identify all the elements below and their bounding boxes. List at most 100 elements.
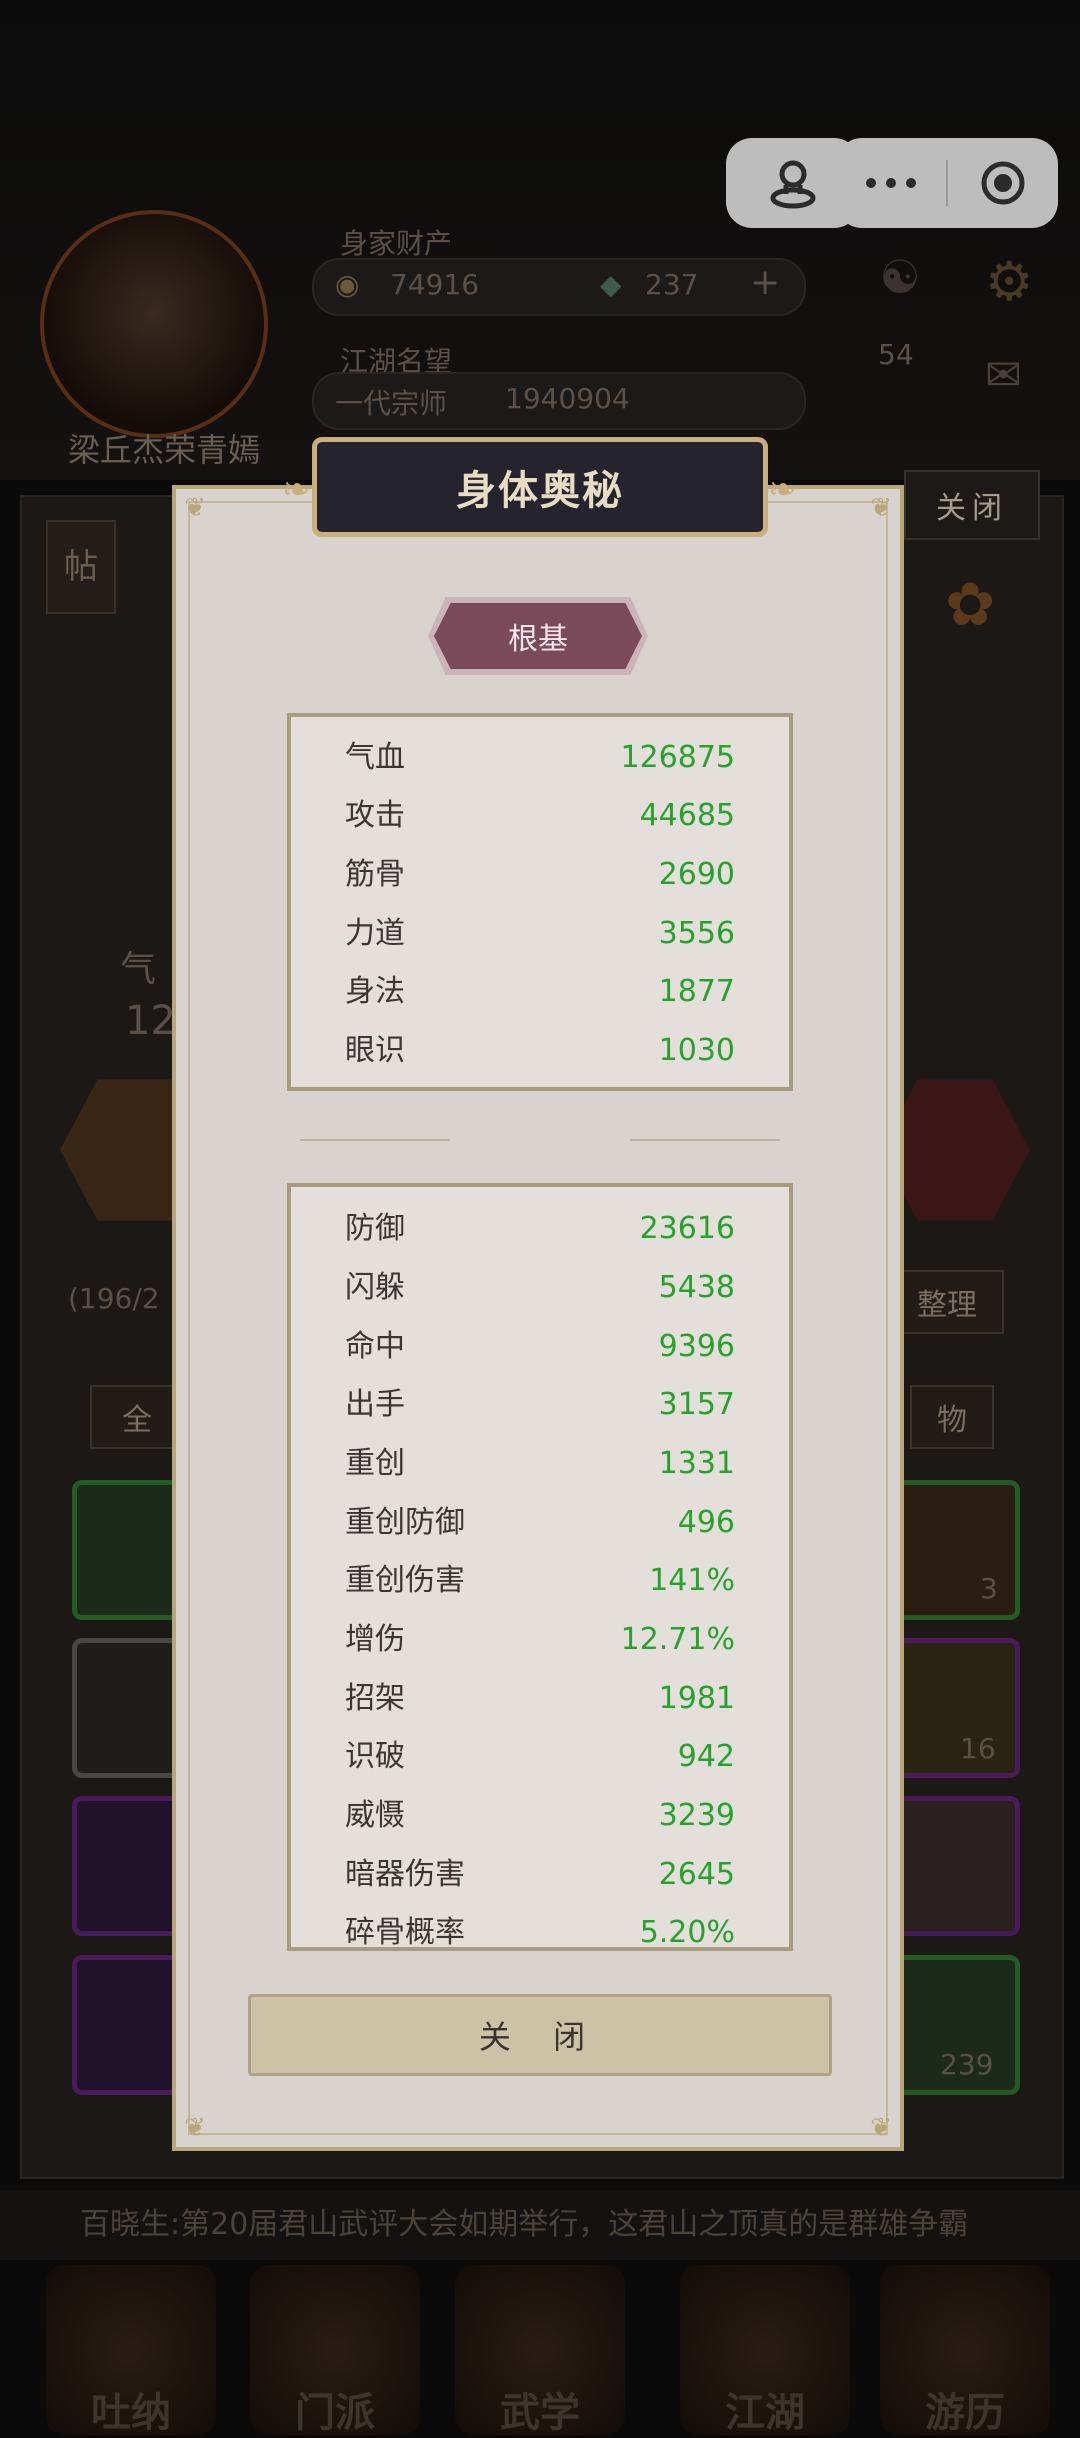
stat-row: 力道 3556 — [291, 905, 789, 963]
stat-value: 942 — [677, 1739, 735, 1774]
base-stats-panel: 气血 126875 攻击 44685 筋骨 2690 力道 3556 身法 18… — [287, 713, 793, 1091]
stat-row: 攻击 44685 — [291, 787, 789, 845]
stat-row: 闪躲 5438 — [291, 1259, 789, 1317]
stat-row: 增伤 12.71% — [291, 1611, 789, 1669]
mini-program-icon — [770, 160, 816, 209]
stat-label: 命中 — [345, 1329, 405, 1364]
gem-icon: ◆ — [600, 268, 622, 301]
stat-label: 力道 — [345, 916, 405, 951]
stat-label: 闪躲 — [345, 1270, 405, 1305]
stat-row: 筋骨 2690 — [291, 846, 789, 904]
modal-title: 身体奥秘 — [312, 437, 768, 537]
notice-ticker: 百晓生:第20届君山武评大会如期举行，这君山之顶真的是群雄争霸 — [0, 2190, 1080, 2260]
modal-close-button[interactable]: 关 闭 — [248, 1994, 832, 2076]
stat-row: 重创防御 496 — [291, 1494, 789, 1552]
stat-value: 2645 — [658, 1857, 735, 1892]
inventory-count: (196/2 — [68, 1282, 160, 1315]
section-divider — [300, 1134, 780, 1146]
stat-value: 5438 — [658, 1270, 735, 1305]
stat-label: 防御 — [345, 1211, 405, 1246]
stat-row: 命中 9396 — [291, 1318, 789, 1376]
stat-label: 筋骨 — [345, 857, 405, 892]
stat-label: 识破 — [345, 1739, 405, 1774]
stat-value: 1331 — [658, 1446, 735, 1481]
stat-label: 重创防御 — [345, 1505, 465, 1540]
stat-row: 重创 1331 — [291, 1435, 789, 1493]
item-count-badge: 3 — [980, 1572, 998, 1605]
nav-menpai-label: 门派 — [295, 2390, 375, 2436]
exit-button[interactable] — [948, 138, 1058, 228]
stat-value: 23616 — [639, 1211, 735, 1246]
yin-yang-icon[interactable]: ☯ — [850, 250, 950, 400]
stat-value: 44685 — [639, 798, 735, 833]
stat-row: 识破 942 — [291, 1728, 789, 1786]
stat-label: 重创伤害 — [345, 1563, 465, 1598]
stat-row: 暗器伤害 2645 — [291, 1846, 789, 1904]
lantern-icon[interactable]: ✿ — [945, 570, 995, 640]
stat-row: 招架 1981 — [291, 1670, 789, 1728]
player-name: 梁丘杰荣青嫣 — [68, 431, 261, 469]
title-wing-left-icon: ❧ — [282, 470, 311, 510]
stat-label: 攻击 — [345, 798, 405, 833]
more-button[interactable] — [836, 138, 946, 228]
stat-label: 重创 — [345, 1446, 405, 1481]
stat-row: 重创伤害 141% — [291, 1552, 789, 1610]
stat-label: 增伤 — [345, 1622, 405, 1657]
stat-row: 出手 3157 — [291, 1376, 789, 1434]
stat-row: 身法 1877 — [291, 963, 789, 1021]
item-count-badge: 239 — [940, 2048, 994, 2081]
stat-value: 496 — [677, 1505, 735, 1540]
stat-value: 141% — [649, 1563, 735, 1598]
stat-value: 1981 — [658, 1681, 735, 1716]
filter-items-button[interactable]: 物 — [910, 1385, 994, 1449]
stat-value: 3239 — [658, 1798, 735, 1833]
stat-label: 威慑 — [345, 1798, 405, 1833]
stat-label: 招架 — [345, 1681, 405, 1716]
corner-ornament-icon: ❦ — [870, 2113, 892, 2143]
more-dots-icon — [866, 178, 916, 188]
stat-value: 1030 — [658, 1033, 735, 1068]
panel-close-button[interactable]: 关闭 — [904, 470, 1040, 540]
filter-all-button[interactable]: 全 — [90, 1385, 184, 1449]
corner-ornament-icon: ❦ — [184, 493, 206, 523]
coin-icon: ◉ — [335, 268, 360, 301]
stat-label: 眼识 — [345, 1033, 405, 1068]
stat-label: 碎骨概率 — [345, 1915, 465, 1950]
stat-value: 12.71% — [620, 1622, 735, 1657]
corner-ornament-icon: ❦ — [870, 493, 892, 523]
stat-value: 3157 — [658, 1387, 735, 1422]
stat-label: 暗器伤害 — [345, 1857, 465, 1892]
stat-value: 5.20% — [639, 1915, 735, 1950]
stat-value: 2690 — [658, 857, 735, 892]
add-currency-icon[interactable]: + — [750, 262, 780, 303]
player-avatar[interactable] — [40, 210, 268, 438]
settings-gear-icon[interactable]: ⚙ — [985, 250, 1033, 313]
nav-jianghu-label: 江湖 — [725, 2390, 805, 2436]
stat-value: 9396 — [658, 1329, 735, 1364]
stat-label: 身法 — [345, 974, 405, 1009]
combat-stats-panel: 防御 23616 闪躲 5438 命中 9396 出手 3157 重创 1331… — [287, 1183, 793, 1951]
stat-value: 1877 — [658, 974, 735, 1009]
corner-ornament-icon: ❦ — [184, 2113, 206, 2143]
yin-yang-level: 54 — [878, 338, 914, 371]
nav-wuxue-label: 武学 — [500, 2390, 580, 2436]
stat-row: 防御 23616 — [291, 1200, 789, 1258]
assets-label: 身家财产 — [340, 227, 453, 260]
title-wing-right-icon: ❧ — [768, 470, 797, 510]
fame-rank: 一代宗师 — [335, 387, 448, 420]
system-capsule — [836, 138, 1058, 228]
mail-icon[interactable]: ✉ — [985, 350, 1022, 401]
resource-bar — [312, 258, 806, 316]
hp-label-partial: 气 — [120, 949, 157, 990]
nav-youli-label: 游历 — [925, 2390, 1005, 2436]
stat-row: 气血 126875 — [291, 729, 789, 787]
arrange-button[interactable]: 整理 — [890, 1270, 1004, 1334]
hp-value-partial: 12 — [125, 998, 176, 1044]
coins-value: 74916 — [390, 268, 480, 301]
item-count-badge: 16 — [960, 1732, 996, 1765]
gems-value: 237 — [645, 268, 699, 301]
stat-row: 眼识 1030 — [291, 1022, 789, 1080]
nav-tuna-label: 吐纳 — [91, 2390, 171, 2436]
post-button[interactable]: 帖 — [46, 520, 116, 614]
stat-row: 威慑 3239 — [291, 1787, 789, 1845]
